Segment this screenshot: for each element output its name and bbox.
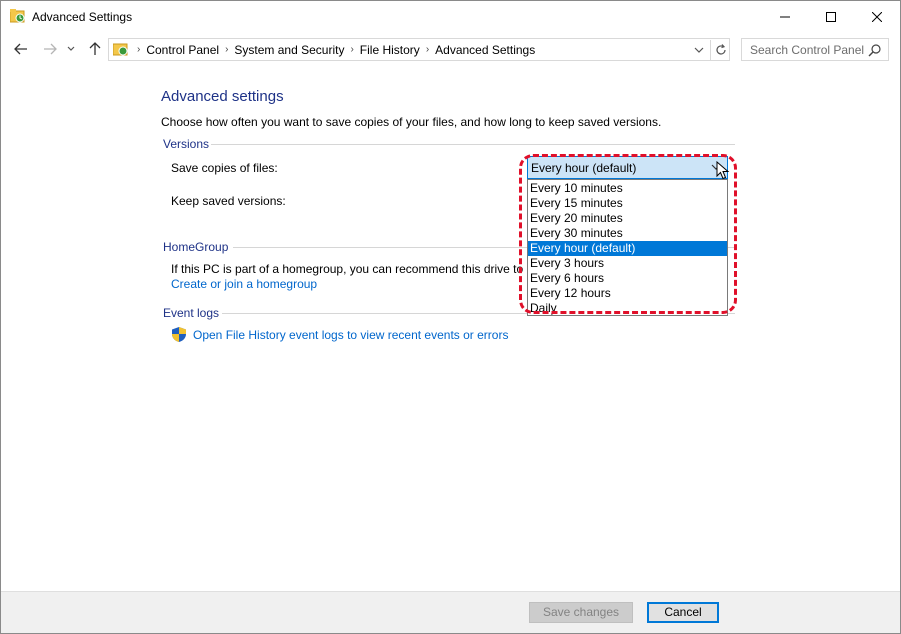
keep-versions-label: Keep saved versions: <box>171 194 286 208</box>
breadcrumb-file-history[interactable]: File History <box>360 43 420 57</box>
main-content: Advanced settings Choose how often you w… <box>1 66 900 591</box>
option-every-15-minutes[interactable]: Every 15 minutes <box>528 196 727 211</box>
refresh-icon <box>715 44 726 55</box>
minimize-button[interactable] <box>762 1 808 32</box>
uac-shield-icon <box>172 327 186 342</box>
cancel-button[interactable]: Cancel <box>647 602 719 623</box>
file-history-icon <box>113 43 128 56</box>
forward-button[interactable] <box>40 39 60 59</box>
back-button[interactable] <box>11 39 31 59</box>
breadcrumb-separator-icon: › <box>350 44 354 55</box>
address-dropdown-button[interactable] <box>691 43 707 57</box>
title-bar: Advanced Settings <box>1 1 900 32</box>
search-placeholder: Search Control Panel <box>750 43 865 57</box>
homegroup-section-title: HomeGroup <box>163 240 229 254</box>
breadcrumb-control-panel[interactable]: Control Panel <box>146 43 219 57</box>
option-every-3-hours[interactable]: Every 3 hours <box>528 256 727 271</box>
dialog-footer: Save changes Cancel <box>1 591 900 633</box>
refresh-button[interactable] <box>710 40 730 60</box>
homegroup-description: If this PC is part of a homegroup, you c… <box>171 262 523 276</box>
maximize-button[interactable] <box>808 1 854 32</box>
dropdown-selected-value: Every hour (default) <box>531 161 637 175</box>
option-every-10-minutes[interactable]: Every 10 minutes <box>528 181 727 196</box>
forward-arrow-icon <box>44 43 57 55</box>
close-icon <box>872 11 882 22</box>
advanced-settings-window: Advanced Settings › Control Panel › Syst… <box>0 0 901 634</box>
mouse-cursor-icon <box>716 161 730 180</box>
breadcrumb-system-and-security[interactable]: System and Security <box>234 43 344 57</box>
breadcrumb-separator-icon: › <box>225 44 229 55</box>
versions-section-title: Versions <box>163 137 210 151</box>
minimize-icon <box>780 16 790 17</box>
search-box[interactable]: Search Control Panel <box>741 38 889 61</box>
event-logs-section-title: Event logs <box>163 306 220 320</box>
chevron-down-icon <box>67 46 75 51</box>
event-logs-link[interactable]: Open File History event logs to view rec… <box>193 328 508 342</box>
back-arrow-icon <box>14 43 27 55</box>
maximize-icon <box>826 11 836 22</box>
search-icon <box>868 44 881 57</box>
option-every-hour[interactable]: Every hour (default) <box>528 241 727 256</box>
breadcrumb-advanced-settings[interactable]: Advanced Settings <box>435 43 535 57</box>
section-divider <box>211 144 735 145</box>
page-title: Advanced settings <box>161 88 284 105</box>
breadcrumb: › Control Panel › System and Security › … <box>131 39 535 60</box>
address-bar[interactable]: › Control Panel › System and Security › … <box>108 38 730 61</box>
recent-locations-button[interactable] <box>64 39 78 59</box>
window-title: Advanced Settings <box>32 10 133 24</box>
dropdown-options-list: Every 10 minutes Every 15 minutes Every … <box>527 179 728 316</box>
option-every-12-hours[interactable]: Every 12 hours <box>528 286 727 301</box>
file-history-app-icon <box>10 9 25 23</box>
option-daily[interactable]: Daily <box>528 301 727 316</box>
save-changes-button[interactable]: Save changes <box>529 602 633 623</box>
navigation-bar: › Control Panel › System and Security › … <box>1 32 900 66</box>
breadcrumb-separator-icon: › <box>137 44 141 55</box>
up-button[interactable] <box>85 39 105 59</box>
create-homegroup-link[interactable]: Create or join a homegroup <box>171 277 317 291</box>
page-description: Choose how often you want to save copies… <box>161 115 662 129</box>
breadcrumb-separator-icon: › <box>425 44 430 55</box>
option-every-6-hours[interactable]: Every 6 hours <box>528 271 727 286</box>
option-every-30-minutes[interactable]: Every 30 minutes <box>528 226 727 241</box>
option-every-20-minutes[interactable]: Every 20 minutes <box>528 211 727 226</box>
save-copies-label: Save copies of files: <box>171 161 278 175</box>
close-button[interactable] <box>854 1 900 32</box>
up-arrow-icon <box>89 42 101 55</box>
chevron-down-icon <box>694 47 704 53</box>
save-frequency-dropdown[interactable]: Every hour (default) <box>527 156 728 179</box>
